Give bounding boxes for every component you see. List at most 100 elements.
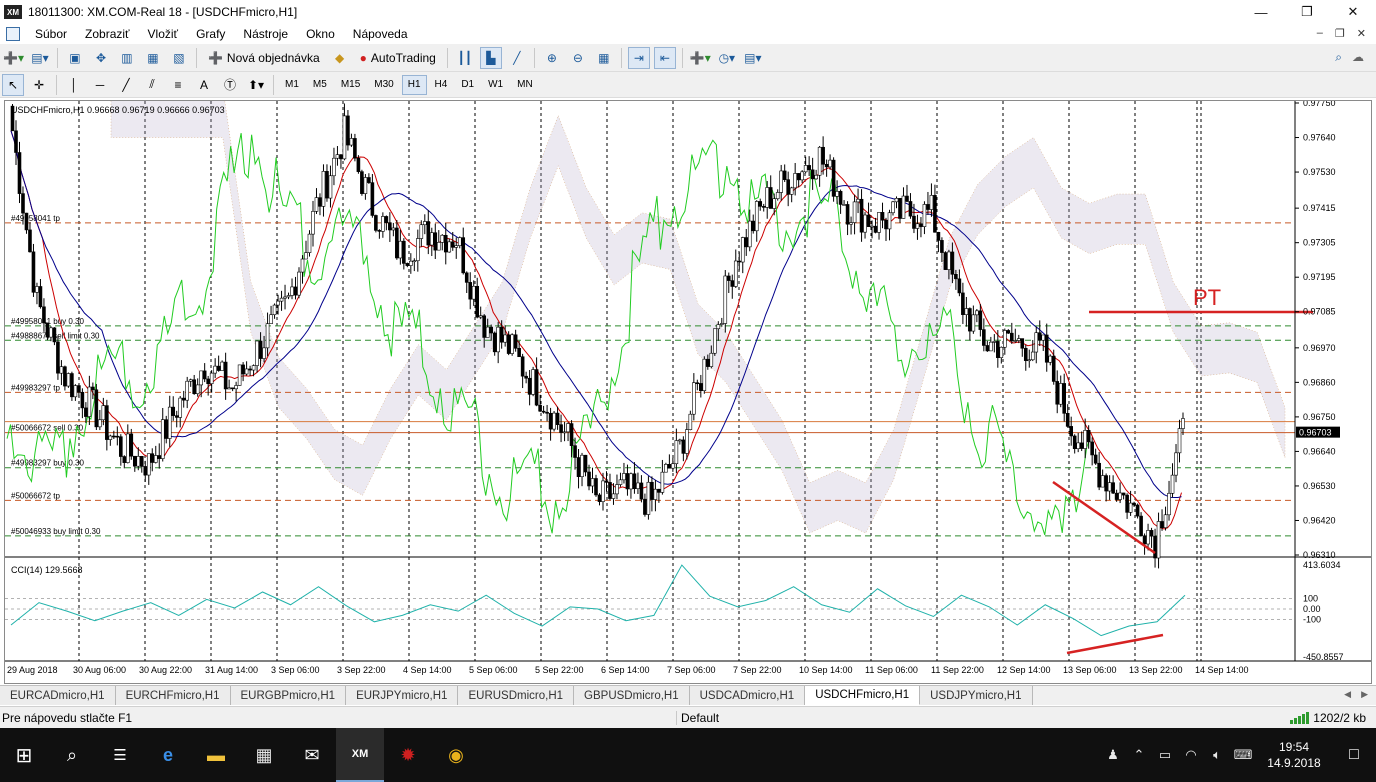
market-watch-icon[interactable]: ▣ <box>64 47 86 69</box>
line-chart-icon[interactable]: ╱ <box>506 47 528 69</box>
game-icon[interactable]: ✹ <box>384 728 432 782</box>
tab-eurusd[interactable]: EURUSDmicro,H1 <box>458 686 575 705</box>
wifi-icon[interactable]: ◠ <box>1178 747 1204 763</box>
auto-scroll-icon[interactable]: ⇥ <box>627 46 650 69</box>
timeframe-m15[interactable]: M15 <box>335 75 366 95</box>
mdi-restore-icon[interactable]: ❐ <box>1335 27 1345 40</box>
text-icon[interactable]: A <box>193 74 215 96</box>
store-icon[interactable]: ▦ <box>240 728 288 782</box>
menu-view[interactable]: Zobraziť <box>76 27 139 41</box>
zoom-out-icon[interactable]: ⊖ <box>567 47 589 69</box>
battery-icon[interactable]: ▭ <box>1152 747 1178 763</box>
edge-icon[interactable]: e <box>144 728 192 782</box>
timeframe-w1[interactable]: W1 <box>482 75 509 95</box>
notifications-icon[interactable]: □ <box>1332 746 1376 764</box>
tab-gbpusd[interactable]: GBPUSDmicro,H1 <box>574 686 690 705</box>
crosshair-icon[interactable]: ✛ <box>28 74 50 96</box>
tile-windows-icon[interactable]: ▦ <box>593 47 615 69</box>
trendline-icon[interactable]: ╱ <box>115 74 137 96</box>
mail-icon[interactable]: ✉ <box>288 728 336 782</box>
tab-usdchf[interactable]: USDCHFmicro,H1 <box>805 686 921 705</box>
chevron-up-icon[interactable]: ⌃ <box>1126 747 1152 763</box>
tab-eurcad[interactable]: EURCADmicro,H1 <box>0 686 116 705</box>
tab-usdjpy[interactable]: USDJPYmicro,H1 <box>920 686 1033 705</box>
file-explorer-icon[interactable]: ▬ <box>192 728 240 782</box>
tab-eurchf[interactable]: EURCHFmicro,H1 <box>115 686 231 705</box>
autotrading-button[interactable]: ● AutoTrading <box>355 47 441 69</box>
people-icon[interactable]: ♟ <box>1100 747 1126 763</box>
vertical-line-icon[interactable]: │ <box>63 74 85 96</box>
cursor-icon[interactable]: ↖ <box>2 73 24 96</box>
status-profile[interactable]: Default <box>676 710 1236 725</box>
horizontal-line-icon[interactable]: ─ <box>89 74 111 96</box>
bar-chart-icon[interactable]: ┃┃ <box>454 47 476 69</box>
timeframe-m5[interactable]: M5 <box>307 75 333 95</box>
menu-tools[interactable]: Nástroje <box>234 27 297 41</box>
chat-icon[interactable]: ☁ <box>1352 50 1364 65</box>
timeframe-d1[interactable]: D1 <box>455 75 480 95</box>
candle-body <box>601 480 605 502</box>
navigator-icon[interactable]: ▥ <box>116 47 138 69</box>
timeframe-h1[interactable]: H1 <box>401 74 427 95</box>
indicators-icon[interactable]: ➕▾ <box>689 47 712 69</box>
xm-terminal-icon[interactable]: XM <box>336 728 384 782</box>
channel-icon[interactable]: ⫽ <box>141 74 163 96</box>
close-button[interactable]: ✕ <box>1330 0 1376 24</box>
document-icon[interactable] <box>6 27 20 41</box>
tab-usdcad[interactable]: USDCADmicro,H1 <box>689 686 806 705</box>
arrows-icon[interactable]: ⬆▾ <box>245 74 267 96</box>
tab-eurjpy[interactable]: EURJPYmicro,H1 <box>346 686 459 705</box>
minimize-button[interactable]: — <box>1238 0 1284 24</box>
terminal-icon[interactable]: ▦ <box>142 47 164 69</box>
tester-icon[interactable]: ▧ <box>168 47 190 69</box>
chart-window[interactable]: #49958041 tp #49958041 buy 0.30 #49888677 … <box>4 87 1372 684</box>
menu-insert[interactable]: Vložiť <box>139 27 188 41</box>
zoom-in-icon[interactable]: ⊕ <box>541 47 563 69</box>
candle-body <box>499 326 504 343</box>
candlestick-icon[interactable]: ▙ <box>479 46 502 69</box>
time-tick-label: 30 Aug 22:00 <box>139 665 192 675</box>
timeframe-m1[interactable]: M1 <box>279 75 305 95</box>
task-view-icon[interactable]: ☰ <box>96 728 144 782</box>
timeframe-h4[interactable]: H4 <box>429 75 454 95</box>
menu-window[interactable]: Okno <box>297 27 344 41</box>
new-order-button[interactable]: ➕ Nová objednávka <box>203 47 325 69</box>
clock[interactable]: 19:54 14.9.2018 <box>1256 739 1332 771</box>
candle-body <box>129 433 134 457</box>
mdi-close-icon[interactable]: ✕ <box>1357 27 1366 40</box>
connection-status[interactable]: 1202/2 kb <box>1290 711 1366 725</box>
language-icon[interactable]: ⌨ <box>1230 747 1256 763</box>
time-tick-label: 4 Sep 14:00 <box>403 665 452 675</box>
metaeditor-icon[interactable]: ◆ <box>329 47 351 69</box>
timeframe-mn[interactable]: MN <box>511 75 539 95</box>
search-icon[interactable]: ⌕ <box>48 728 96 782</box>
volume-icon[interactable]: 🔈︎ <box>1204 747 1230 763</box>
maximize-button[interactable]: ❐ <box>1284 0 1330 24</box>
scroll-left-icon[interactable]: ◀ <box>1344 689 1351 700</box>
chrome-icon[interactable]: ◉ <box>432 728 480 782</box>
text-label-icon[interactable]: Ⓣ <box>219 74 241 96</box>
price-chart[interactable]: #49958041 tp#49958041 buy 0.30#49888677 … <box>5 87 1371 683</box>
new-chart-icon[interactable]: ➕▾ <box>2 47 25 69</box>
candle-body <box>678 439 682 442</box>
menu-file[interactable]: Súbor <box>26 27 76 41</box>
start-icon[interactable]: ⊞ <box>0 728 48 782</box>
search-icon[interactable]: ⌕ <box>1335 50 1342 65</box>
tab-eurgbp[interactable]: EURGBPmicro,H1 <box>230 686 347 705</box>
candle-body <box>485 326 490 338</box>
periods-icon[interactable]: ◷▾ <box>716 47 738 69</box>
time-tick-label: 30 Aug 06:00 <box>73 665 126 675</box>
menu-help[interactable]: Nápoveda <box>344 27 417 41</box>
candle-body <box>265 323 270 349</box>
profiles-icon[interactable]: ▤▾ <box>29 47 51 69</box>
templates-icon[interactable]: ▤▾ <box>742 47 764 69</box>
data-window-icon[interactable]: ✥ <box>90 47 112 69</box>
fibonacci-icon[interactable]: ≡ <box>167 74 189 96</box>
timeframe-m30[interactable]: M30 <box>368 75 399 95</box>
mdi-minimize-icon[interactable]: – <box>1317 27 1323 40</box>
candle-body <box>1177 428 1182 454</box>
menu-charts[interactable]: Grafy <box>187 27 234 41</box>
time-tick-label: 10 Sep 14:00 <box>799 665 853 675</box>
chart-shift-icon[interactable]: ⇤ <box>653 46 676 69</box>
scroll-right-icon[interactable]: ▶ <box>1361 689 1368 700</box>
